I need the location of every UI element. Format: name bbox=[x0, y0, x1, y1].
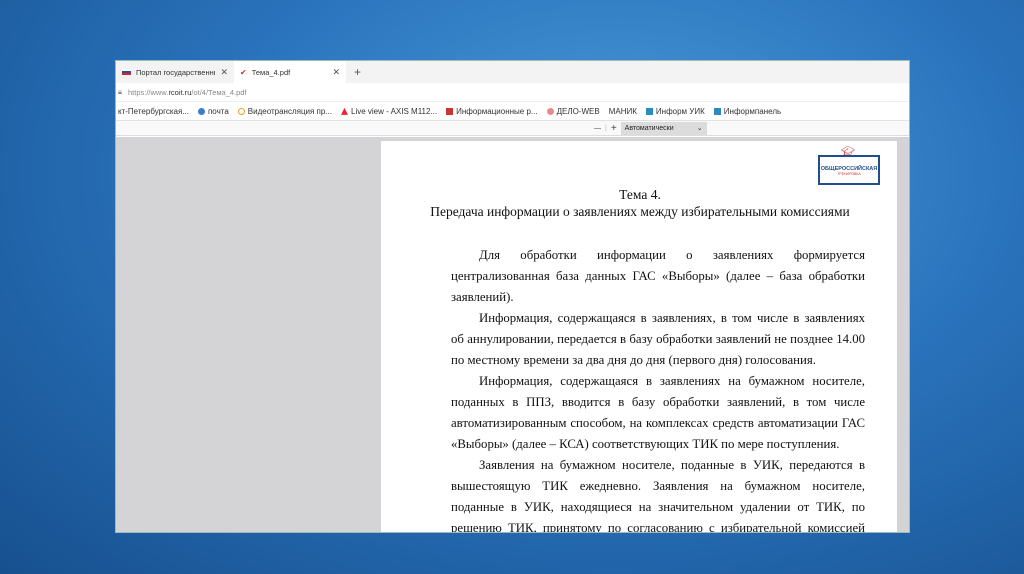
zoom-select[interactable]: Автоматически ⌄ bbox=[620, 121, 707, 135]
paragraph: Информация, содержащаяся в заявлениях на… bbox=[451, 374, 865, 451]
chevron-down-icon: ⌄ bbox=[696, 125, 703, 132]
zoom-in-button[interactable]: + bbox=[611, 123, 617, 134]
tab-bar: Портал государственных услуг ✕ ✔ Тема_4.… bbox=[116, 61, 909, 83]
paragraph: Заявления на бумажном носителе, поданные… bbox=[451, 458, 865, 532]
shield-icon bbox=[446, 107, 454, 115]
delo-icon bbox=[546, 107, 554, 115]
bookmark[interactable]: кт-Петербургская... bbox=[118, 107, 189, 116]
doc-body: Для обработки информации о заявлениях фо… bbox=[451, 245, 865, 532]
bookmark[interactable]: МАНИК bbox=[609, 107, 637, 116]
app-icon bbox=[645, 107, 653, 115]
camera-icon bbox=[341, 107, 348, 115]
bookmark[interactable]: Информационные р... bbox=[446, 107, 538, 116]
tab-label: Портал государственных услуг bbox=[135, 67, 216, 77]
tab-label: Тема_4.pdf bbox=[251, 67, 291, 77]
zoom-out-button[interactable]: — bbox=[594, 125, 601, 132]
pdf-toolbar: — | + Автоматически ⌄ bbox=[116, 121, 909, 136]
bookmark[interactable]: ДЕЛО-WEB bbox=[546, 107, 600, 116]
pdf-page: 🎓︎ ОБЩЕРОССИЙСКАЯ ТРЕНИРОВКА Тема 4. Пер… bbox=[381, 141, 899, 532]
close-tab-icon[interactable]: ✕ bbox=[332, 67, 340, 78]
bookmark[interactable]: Информ УИК bbox=[645, 107, 705, 116]
doc-subtitle: Передача информации о заявлениях между и… bbox=[430, 204, 850, 219]
bookmark[interactable]: Live view - AXIS M112... bbox=[341, 107, 437, 116]
close-tab-icon[interactable]: ✕ bbox=[220, 67, 228, 78]
address-bar[interactable]: 🔒︎ https://www.rcoit.ru/ot/4/Тема_4.pdf bbox=[116, 83, 909, 102]
bookmark[interactable]: почта bbox=[197, 107, 229, 116]
browser-window: Портал государственных услуг ✕ ✔ Тема_4.… bbox=[115, 60, 910, 533]
doc-title: Тема 4. bbox=[619, 187, 661, 202]
app-icon bbox=[713, 107, 721, 115]
russia-flag-icon bbox=[122, 69, 131, 75]
paragraph: Информация, содержащаяся в заявлениях, в… bbox=[451, 311, 865, 367]
bookmark[interactable]: Информпанель bbox=[713, 107, 781, 116]
new-tab-button[interactable]: + bbox=[346, 61, 369, 83]
scrollbar[interactable] bbox=[897, 137, 909, 532]
mail-icon bbox=[197, 107, 205, 115]
tab-pdf[interactable]: ✔ Тема_4.pdf ✕ bbox=[234, 61, 346, 83]
tab-gosuslugi[interactable]: Портал государственных услуг ✕ bbox=[116, 61, 234, 83]
bookmarks-bar: кт-Петербургская... почта Видеотрансляци… bbox=[116, 102, 909, 121]
paragraph: Для обработки информации о заявлениях фо… bbox=[451, 248, 865, 304]
url[interactable]: https://www.rcoit.ru/ot/4/Тема_4.pdf bbox=[128, 88, 247, 97]
lock-icon: 🔒︎ bbox=[118, 87, 122, 96]
logo: ОБЩЕРОССИЙСКАЯ ТРЕНИРОВКА bbox=[818, 155, 880, 185]
bookmark[interactable]: Видеотрансляция пр... bbox=[237, 107, 332, 116]
pdf-viewer: 🎓︎ ОБЩЕРОССИЙСКАЯ ТРЕНИРОВКА Тема 4. Пер… bbox=[116, 137, 909, 532]
loading-icon bbox=[237, 107, 245, 115]
pdf-icon: ✔ bbox=[240, 67, 247, 77]
